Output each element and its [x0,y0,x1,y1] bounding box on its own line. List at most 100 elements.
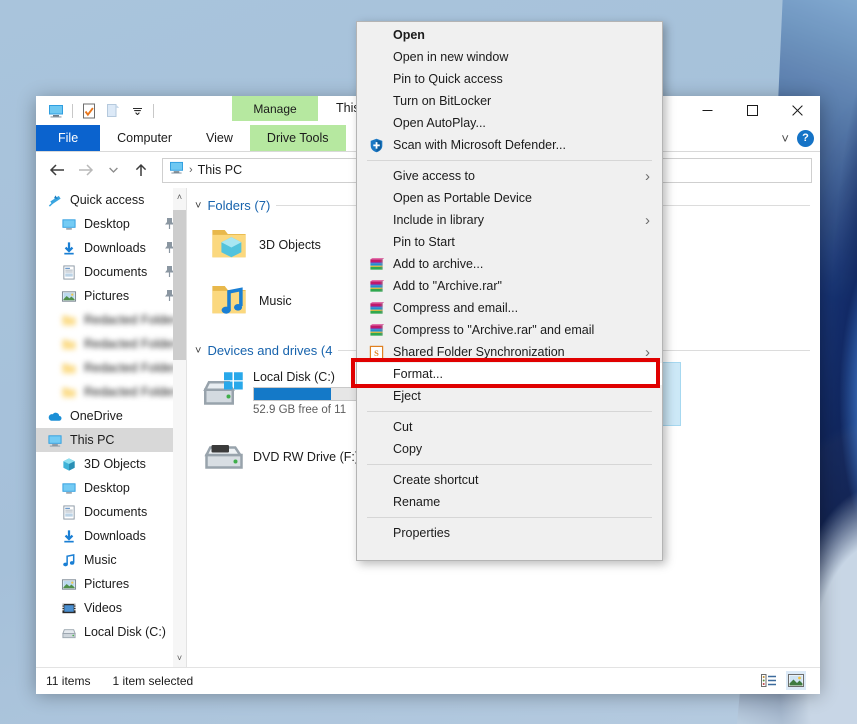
menu-item-no-icon [367,441,385,457]
menu-item-label: Rename [393,495,440,509]
up-button[interactable] [128,157,154,183]
menu-item-properties[interactable]: Properties [357,522,662,544]
scroll-down-icon[interactable]: ˅ [173,649,186,667]
menu-item-pin-to-quick-access[interactable]: Pin to Quick access [357,68,662,90]
tab-file[interactable]: File [36,125,100,151]
menu-item-label: Turn on BitLocker [393,94,491,108]
pictures-icon [60,288,77,304]
recent-locations-button[interactable] [100,157,126,183]
menu-item-label: Copy [393,442,422,456]
scrollbar-thumb[interactable] [173,210,186,360]
sidebar-item-documents[interactable]: Documents [36,260,186,284]
maximize-button[interactable] [730,96,775,125]
close-button[interactable] [775,96,820,125]
menu-item-shared-folder-synchronization[interactable]: SShared Folder Synchronization› [357,341,662,363]
menu-item-open-autoplay[interactable]: Open AutoPlay... [357,112,662,134]
menu-item-add-to-archive[interactable]: Add to archive... [357,253,662,275]
drive-name: DVD RW Drive (F:) [253,450,359,464]
menu-item-label: Give access to [393,169,475,183]
folder-icon [60,312,77,328]
menu-item-give-access-to[interactable]: Give access to › [357,165,662,187]
scroll-up-icon[interactable]: ˄ [173,188,186,206]
menu-item-label: Include in library [393,213,484,227]
menu-item-eject[interactable]: Eject [357,385,662,407]
downloads-icon [60,240,77,256]
documents-icon [60,264,77,280]
downloads-icon [60,528,77,544]
menu-item-open-in-new-window[interactable]: Open in new window [357,46,662,68]
help-icon[interactable]: ? [797,130,814,147]
menu-item-label: Scan with Microsoft Defender... [393,138,566,152]
context-menu[interactable]: Open Open in new window Pin to Quick acces… [356,21,663,561]
menu-item-label: Add to archive... [393,257,483,271]
menu-item-format[interactable]: Format... [357,363,662,385]
new-folder-icon[interactable] [101,100,125,122]
breadcrumb-this-pc[interactable]: This PC [198,163,242,177]
sidebar-item-documents[interactable]: Documents [36,500,186,524]
chevron-down-icon[interactable]: ˅ [195,200,201,212]
toolbar-divider [72,104,73,118]
group-title-devices: Devices and drives (4 [207,343,332,358]
menu-item-compress-and-email[interactable]: Compress and email... [357,297,662,319]
chevron-right-icon[interactable]: › [645,344,650,361]
sidebar-item-local-disk-c[interactable]: Local Disk (C:) [36,620,186,644]
chevron-down-icon[interactable]: ˅ [195,345,201,357]
sidebar-item-label: Redacted Folder Four [84,385,187,399]
menu-item-label: Pin to Start [393,235,455,249]
menu-separator [367,411,652,412]
sidebar-item-pictures[interactable]: Pictures [36,572,186,596]
sidebar-item-downloads[interactable]: Downloads [36,236,186,260]
defender-shield-icon [367,137,385,153]
sidebar-item-redacted-folder-four[interactable]: Redacted Folder Four [36,380,186,404]
back-button[interactable] [44,157,70,183]
menu-item-include-in-library[interactable]: Include in library › [357,209,662,231]
sidebar-scrollbar[interactable]: ˄ ˅ [173,188,186,667]
this-pc-icon[interactable] [44,100,68,122]
menu-item-label: Open as Portable Device [393,191,532,205]
sidebar-item-downloads[interactable]: Downloads [36,524,186,548]
sidebar-item-quick-access[interactable]: Quick access [36,188,186,212]
sidebar-item-redacted-folder-two[interactable]: Redacted Folder Two [36,332,186,356]
sidebar-item-pictures[interactable]: Pictures [36,284,186,308]
details-view-button[interactable] [758,671,778,690]
winrar-icon [367,322,385,338]
menu-item-compress-to-archive-rar-and-email[interactable]: Compress to "Archive.rar" and email [357,319,662,341]
chevron-down-icon[interactable]: ˅ [781,131,789,146]
sidebar-item-3d-objects[interactable]: 3D Objects [36,452,186,476]
menu-item-cut[interactable]: Cut [357,416,662,438]
menu-item-rename[interactable]: Rename [357,491,662,513]
large-icons-view-button[interactable] [786,671,806,690]
sidebar-item-onedrive[interactable]: OneDrive [36,404,186,428]
menu-item-turn-on-bitlocker[interactable]: Turn on BitLocker [357,90,662,112]
menu-item-pin-to-start[interactable]: Pin to Start [357,231,662,253]
tab-computer[interactable]: Computer [100,125,189,151]
sidebar-item-desktop[interactable]: Desktop [36,476,186,500]
chevron-right-icon[interactable]: › [645,212,650,229]
pictures-icon [60,576,77,592]
sidebar-item-redacted-folder-one[interactable]: Redacted Folder One [36,308,186,332]
sidebar-item-desktop[interactable]: Desktop [36,212,186,236]
sidebar-item-this-pc[interactable]: This PC [36,428,186,452]
menu-item-open-as-portable-device[interactable]: Open as Portable Device [357,187,662,209]
customize-dropdown-icon[interactable] [125,100,149,122]
menu-item-add-to-archive-rar[interactable]: Add to "Archive.rar" [357,275,662,297]
3d-objects-icon [60,456,77,472]
minimize-button[interactable] [685,96,730,125]
sidebar-item-label: Videos [84,601,122,615]
menu-item-label: Open in new window [393,50,508,64]
chevron-right-icon[interactable]: › [645,168,650,185]
sidebar-item-music[interactable]: Music [36,548,186,572]
sidebar-item-redacted-folder-three[interactable]: Redacted Folder Three [36,356,186,380]
properties-icon[interactable] [77,100,101,122]
sidebar-item-videos[interactable]: Videos [36,596,186,620]
menu-item-copy[interactable]: Copy [357,438,662,460]
tab-view[interactable]: View [189,125,250,151]
menu-item-no-icon [367,49,385,65]
folder-icon [60,336,77,352]
sidebar-item-label: Downloads [84,529,146,543]
menu-item-open[interactable]: Open [357,24,662,46]
tab-drive-tools[interactable]: Drive Tools [250,125,346,151]
menu-item-scan-with-microsoft-defender[interactable]: Scan with Microsoft Defender... [357,134,662,156]
desktop-icon [60,480,77,496]
menu-item-create-shortcut[interactable]: Create shortcut [357,469,662,491]
